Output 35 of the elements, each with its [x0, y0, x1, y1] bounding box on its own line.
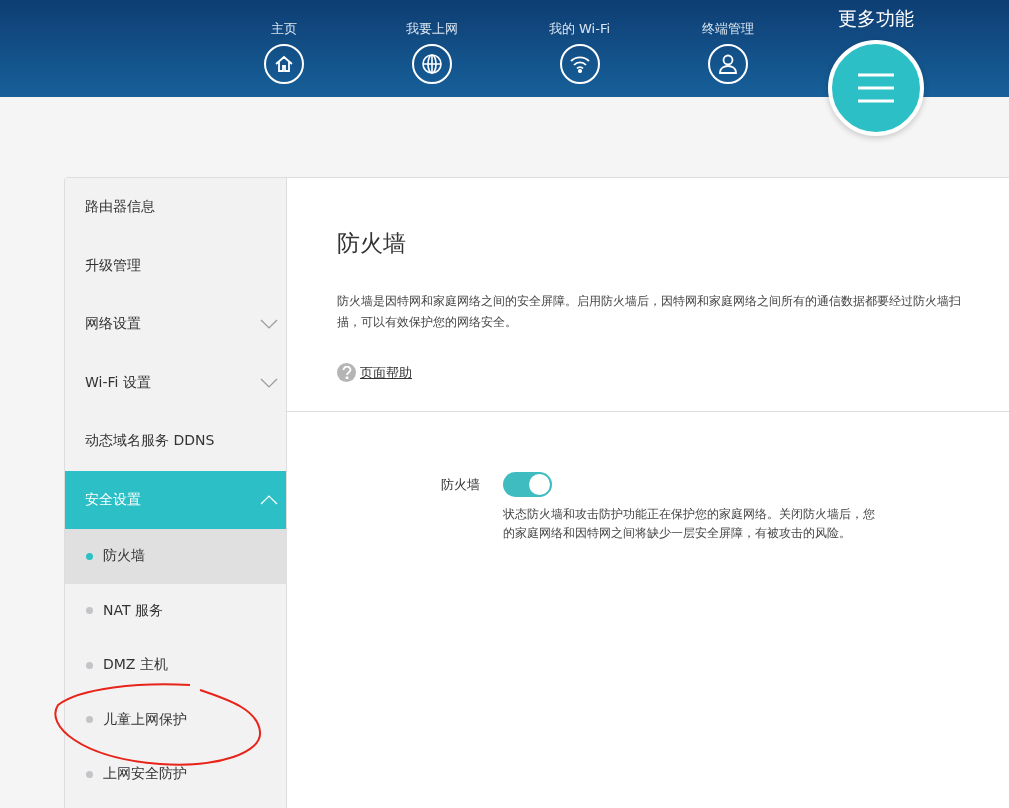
- help-icon: [337, 363, 356, 382]
- nav-tab[interactable]: 我要上网: [357, 0, 506, 97]
- sidebar-item[interactable]: 动态域名服务 DDNS: [65, 412, 286, 471]
- sidebar-subitem[interactable]: NAT 服务: [65, 583, 286, 638]
- nav-tab[interactable]: 我的 Wi-Fi: [505, 0, 654, 97]
- sidebar-subitem[interactable]: 防火墙: [65, 529, 286, 584]
- sidebar-item[interactable]: 升级管理: [65, 236, 286, 295]
- sidebar-subitem[interactable]: 儿童上网保护: [65, 692, 286, 747]
- bullet-icon: [86, 552, 93, 560]
- wifi-icon: [568, 55, 591, 73]
- nav-tab[interactable]: 主页: [209, 0, 358, 97]
- page-description: 防火墙是因特网和家庭网络之间的安全屏障。启用防火墙后，因特网和家庭网络之间所有的通信数据都要经过防火墙扫描，可以有效保护您的网络安全。: [337, 293, 962, 331]
- home-icon: [273, 54, 294, 74]
- setting-hint: 状态防火墙和攻击防护功能正在保护您的家庭网络。关闭防火墙后，您的家庭网络和因特网之间将缺少一层安全屏障，有被攻击的风险。: [503, 506, 876, 542]
- bullet-icon: [86, 661, 93, 669]
- nav-tab[interactable]: 更多功能: [801, 0, 950, 140]
- sidebar-item[interactable]: 网络设置: [65, 295, 286, 354]
- bullet-icon: [86, 770, 93, 778]
- chevron-icon: [260, 319, 278, 330]
- page-title: 防火墙: [337, 229, 407, 258]
- sidebar-subitem[interactable]: 上网安全防护: [65, 747, 286, 802]
- globe-icon: [420, 53, 443, 75]
- chevron-icon: [260, 494, 278, 505]
- nav-tab[interactable]: 终端管理: [653, 0, 802, 97]
- help-link[interactable]: 页面帮助: [337, 363, 412, 382]
- menu-icon: [856, 73, 895, 103]
- sidebar-subitem[interactable]: DMZ 主机: [65, 638, 286, 693]
- sidebar-item[interactable]: Wi-Fi 设置: [65, 353, 286, 412]
- setting-label: 防火墙: [441, 476, 481, 494]
- firewall-toggle[interactable]: [503, 472, 552, 497]
- bullet-icon: [86, 716, 93, 724]
- chevron-icon: [260, 377, 278, 388]
- sidebar-item[interactable]: 路由器信息: [65, 178, 286, 237]
- user-icon: [717, 53, 738, 75]
- bullet-icon: [86, 607, 93, 615]
